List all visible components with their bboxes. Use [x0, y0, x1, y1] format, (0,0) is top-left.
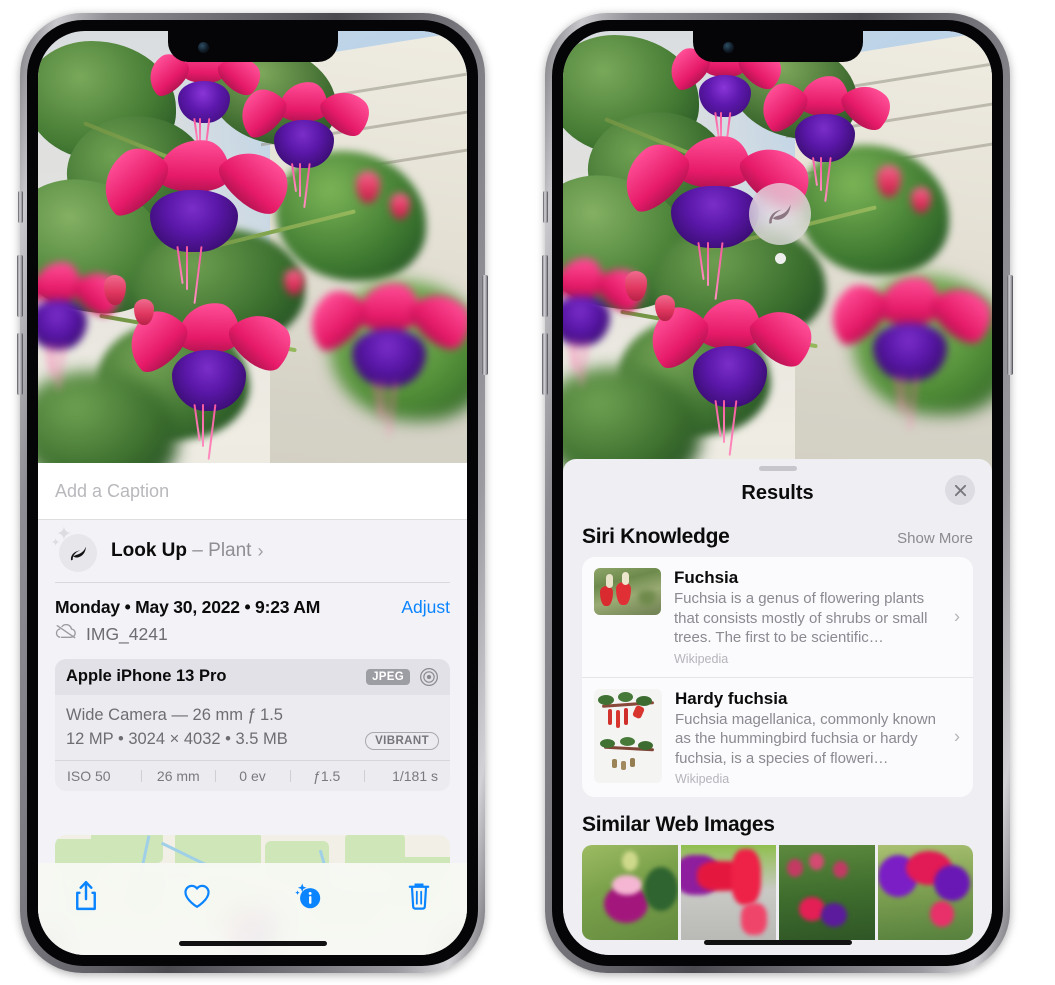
- look-up-subject: Plant: [208, 540, 252, 561]
- exif-body: Wide Camera — 26 mm ƒ 1.5 12 MP • 3024 ×…: [55, 695, 450, 761]
- exif-lens: Wide Camera — 26 mm ƒ 1.5: [66, 705, 283, 724]
- notch-right: [692, 31, 863, 62]
- capture-date-row: Monday • May 30, 2022 • 9:23 AM Adjust: [38, 583, 467, 618]
- caption-input[interactable]: Add a Caption: [55, 481, 169, 502]
- home-indicator-right[interactable]: [703, 940, 852, 945]
- iphone-right-visual-look-up: Results Siri Knowledge Show More Fuchsia…: [542, 13, 1013, 973]
- info-button[interactable]: [286, 879, 330, 919]
- chevron-right-icon: ›: [954, 726, 960, 747]
- filename-row: IMG_4241: [38, 618, 467, 645]
- power-button-right[interactable]: [1007, 275, 1013, 375]
- knowledge-card-hardy-fuchsia[interactable]: Hardy fuchsia Fuchsia magellanica, commo…: [582, 676, 973, 798]
- look-up-row[interactable]: ✦ ✦ Look Up – Plant ›: [38, 520, 467, 582]
- screenshot-root: Add a Caption ✦ ✦ Look Up – Plant › Mond…: [0, 0, 1055, 985]
- hardy-fuchsia-specimen-thumbnail: [594, 688, 662, 783]
- knowledge-card-source: Wikipedia: [675, 772, 730, 786]
- knowledge-card-description: Fuchsia is a genus of flowering plants t…: [674, 590, 928, 646]
- exif-shutter: 1/181 s: [363, 768, 446, 784]
- show-more-button[interactable]: Show More: [897, 530, 973, 547]
- power-button-left[interactable]: [482, 275, 488, 375]
- visual-look-up-anchor-dot: [775, 253, 786, 264]
- knowledge-card-source: Wikipedia: [674, 651, 729, 666]
- volume-up-button-right[interactable]: [542, 255, 548, 317]
- exif-footer: ISO 50 26 mm 0 ev ƒ1.5 1/181 s: [55, 760, 450, 791]
- look-up-icon-wrap: ✦ ✦: [51, 525, 97, 572]
- close-icon: [954, 484, 966, 496]
- web-image-2[interactable]: [680, 845, 776, 940]
- visual-look-up-badge[interactable]: [749, 183, 811, 245]
- fuchsia-red-flowers-thumbnail: [594, 568, 661, 615]
- share-button[interactable]: [64, 879, 108, 919]
- knowledge-card-body: Hardy fuchsia Fuchsia magellanica, commo…: [675, 689, 961, 787]
- screen-left: Add a Caption ✦ ✦ Look Up – Plant › Mond…: [38, 31, 467, 955]
- chevron-right-icon: ›: [954, 606, 960, 627]
- iphone-left-photos-app: Add a Caption ✦ ✦ Look Up – Plant › Mond…: [17, 13, 488, 973]
- volume-down-button-left[interactable]: [17, 333, 23, 395]
- look-up-title: Look Up: [111, 540, 187, 561]
- format-badge: JPEG: [366, 668, 410, 685]
- exif-aperture: ƒ1.5: [289, 768, 364, 784]
- chevron-right-icon: ›: [257, 540, 264, 561]
- leaf-icon: [769, 204, 791, 224]
- siri-knowledge-title: Siri Knowledge: [582, 525, 730, 548]
- similar-web-images-header: Similar Web Images: [563, 797, 992, 845]
- exif-header: Apple iPhone 13 Pro JPEG: [55, 658, 450, 695]
- caption-field-row[interactable]: Add a Caption: [38, 463, 467, 520]
- filename: IMG_4241: [86, 623, 168, 644]
- exif-iso: ISO 50: [67, 768, 111, 785]
- results-sheet: Results Siri Knowledge Show More Fuchsia…: [563, 459, 992, 955]
- web-image-3[interactable]: [779, 845, 875, 940]
- favorite-button[interactable]: [175, 879, 219, 919]
- knowledge-card-description: Fuchsia magellanica, commonly known as t…: [675, 710, 936, 767]
- results-header: Results: [563, 471, 992, 515]
- photographic-style-badge: VIBRANT: [365, 732, 439, 751]
- knowledge-card-fuchsia[interactable]: Fuchsia Fuchsia is a genus of flowering …: [582, 557, 973, 677]
- results-title: Results: [741, 481, 814, 504]
- knowledge-card-title: Fuchsia: [674, 568, 739, 587]
- cloud-slash-icon: [55, 623, 77, 644]
- knowledge-card-body: Fuchsia Fuchsia is a genus of flowering …: [674, 568, 961, 666]
- similar-web-images-row: [582, 845, 973, 940]
- volume-up-button-left[interactable]: [17, 255, 23, 317]
- volume-down-button-right[interactable]: [542, 333, 548, 395]
- delete-button[interactable]: [397, 879, 441, 919]
- home-indicator-left[interactable]: [178, 941, 327, 946]
- aperture-icon: [419, 667, 439, 687]
- leaf-icon: [59, 534, 97, 572]
- adjust-button[interactable]: Adjust: [401, 597, 450, 618]
- capture-date: Monday • May 30, 2022 • 9:23 AM: [55, 596, 321, 617]
- web-image-1[interactable]: [582, 845, 678, 940]
- knowledge-card-title: Hardy fuchsia: [675, 688, 788, 708]
- look-up-label: Look Up – Plant: [111, 540, 251, 562]
- mute-switch-right[interactable]: [543, 191, 548, 223]
- siri-knowledge-header: Siri Knowledge Show More: [563, 515, 992, 557]
- exif-device: Apple iPhone 13 Pro: [66, 667, 227, 685]
- screen-right: Results Siri Knowledge Show More Fuchsia…: [563, 31, 992, 955]
- front-camera-left: [197, 42, 209, 53]
- similar-web-images-title: Similar Web Images: [582, 813, 775, 836]
- front-camera-right: [722, 42, 734, 53]
- mute-switch-left[interactable]: [18, 191, 23, 223]
- look-up-separator: –: [192, 540, 203, 561]
- web-image-4[interactable]: [877, 845, 973, 940]
- siri-knowledge-cards: Fuchsia Fuchsia is a genus of flowering …: [582, 557, 973, 797]
- exif-card: Apple iPhone 13 Pro JPEG Wide Camera — 2…: [55, 658, 450, 792]
- notch-left: [167, 31, 338, 62]
- exif-exposure: 0 ev: [215, 768, 289, 784]
- close-button[interactable]: [945, 475, 975, 505]
- exif-focal: 26 mm: [141, 768, 215, 784]
